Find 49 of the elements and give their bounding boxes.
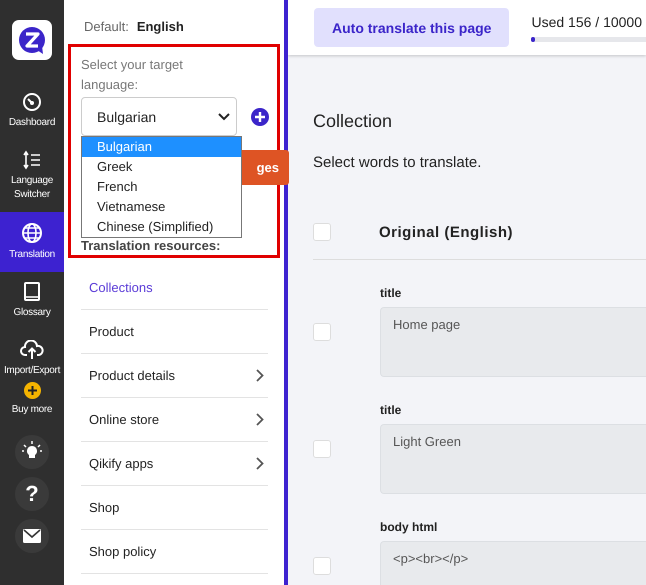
nav-item[interactable]: Glossary bbox=[0, 272, 64, 330]
resource-item[interactable]: Qikify apps bbox=[81, 442, 268, 486]
select-all-checkbox[interactable] bbox=[313, 223, 331, 241]
resource-item[interactable]: Online store bbox=[81, 398, 268, 442]
sort-list-icon bbox=[22, 150, 42, 170]
nav-item[interactable]: Dashboard bbox=[0, 82, 64, 140]
resource-item[interactable]: Collections bbox=[81, 266, 268, 310]
page-title: Collection bbox=[313, 111, 394, 132]
column-header: Original (English) bbox=[379, 224, 514, 240]
chevron-down-icon bbox=[218, 112, 230, 120]
chevron-right-icon bbox=[256, 369, 264, 382]
usage-text: Used 156 / 10000 bbox=[531, 14, 643, 30]
resources-heading: Translation resources: bbox=[81, 238, 222, 253]
text-field[interactable]: Light Green bbox=[380, 424, 646, 494]
row-checkbox[interactable] bbox=[313, 440, 331, 458]
chevron-right-icon bbox=[256, 457, 264, 470]
dropdown-option[interactable]: Vietnamese bbox=[82, 197, 241, 217]
row-checkbox[interactable] bbox=[313, 556, 331, 574]
page-subtitle: Select words to translate. bbox=[313, 154, 482, 171]
add-icon[interactable] bbox=[251, 108, 269, 126]
cloud-upload-icon bbox=[20, 340, 44, 360]
gauge-icon bbox=[22, 92, 42, 112]
field-label: title bbox=[380, 286, 402, 300]
resource-item[interactable]: Shop policy bbox=[81, 530, 268, 574]
row-checkbox[interactable] bbox=[313, 322, 331, 340]
plus-circle-icon bbox=[24, 382, 40, 399]
globe-icon bbox=[21, 222, 43, 244]
default-language: English bbox=[136, 19, 184, 34]
language-select[interactable]: Bulgarian bbox=[81, 97, 237, 136]
resource-item[interactable]: Shop bbox=[81, 486, 268, 530]
mail-button[interactable] bbox=[15, 519, 49, 553]
resource-item[interactable]: Product bbox=[81, 310, 268, 354]
nav-item[interactable]: Translation bbox=[0, 212, 64, 272]
text-field[interactable]: <p><br></p> bbox=[380, 541, 646, 585]
app-logo-icon bbox=[12, 20, 52, 60]
help-button[interactable]: ? bbox=[15, 477, 49, 511]
book-icon bbox=[23, 282, 41, 302]
lightbulb-button[interactable] bbox=[15, 435, 49, 469]
resource-item[interactable]: Product details bbox=[81, 354, 268, 398]
field-label: title bbox=[380, 403, 402, 417]
field-label: body html bbox=[380, 520, 438, 534]
target-language-label: Select your target language: bbox=[81, 56, 184, 94]
dropdown-option[interactable]: Chinese (Simplified) bbox=[82, 217, 241, 237]
nav-item[interactable]: Language Switcher bbox=[0, 140, 64, 212]
default-label: Default: bbox=[84, 19, 129, 34]
chevron-right-icon bbox=[256, 413, 264, 426]
auto-translate-button[interactable]: Auto translate this page bbox=[314, 8, 510, 47]
text-field[interactable]: Home page bbox=[380, 307, 646, 377]
mail-icon bbox=[23, 529, 41, 543]
